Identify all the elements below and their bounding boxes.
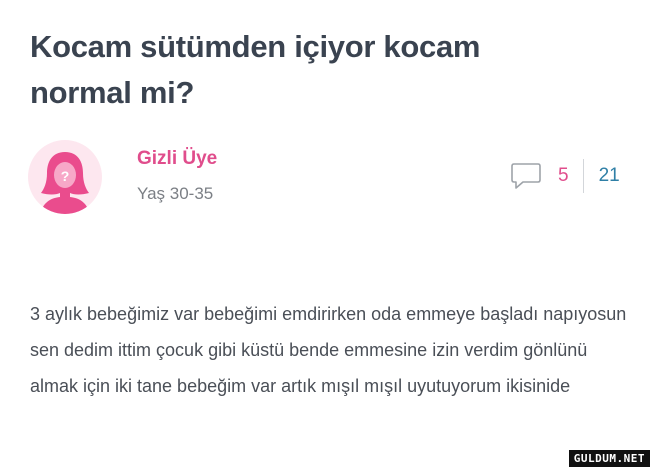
comment-count[interactable]: 5 xyxy=(558,165,569,187)
author-avatar[interactable]: ? xyxy=(28,140,102,214)
view-count: 21 xyxy=(598,165,620,186)
question-stats: 5 21 xyxy=(510,158,620,194)
speech-bubble-icon[interactable] xyxy=(510,160,542,192)
anonymous-female-avatar-icon: ? xyxy=(40,152,90,214)
watermark-logo: GULDUM.NET xyxy=(568,450,650,467)
author-age: Yaş 30-35 xyxy=(137,184,214,203)
question-body: 3 aylık bebeğimiz var bebeğimi emdirirke… xyxy=(30,304,627,396)
svg-text:?: ? xyxy=(61,168,70,184)
question-title: Kocam sütümden içiyor kocam normal mi? xyxy=(30,29,481,110)
stats-divider xyxy=(582,159,584,193)
author-name[interactable]: Gizli Üye xyxy=(137,148,217,170)
